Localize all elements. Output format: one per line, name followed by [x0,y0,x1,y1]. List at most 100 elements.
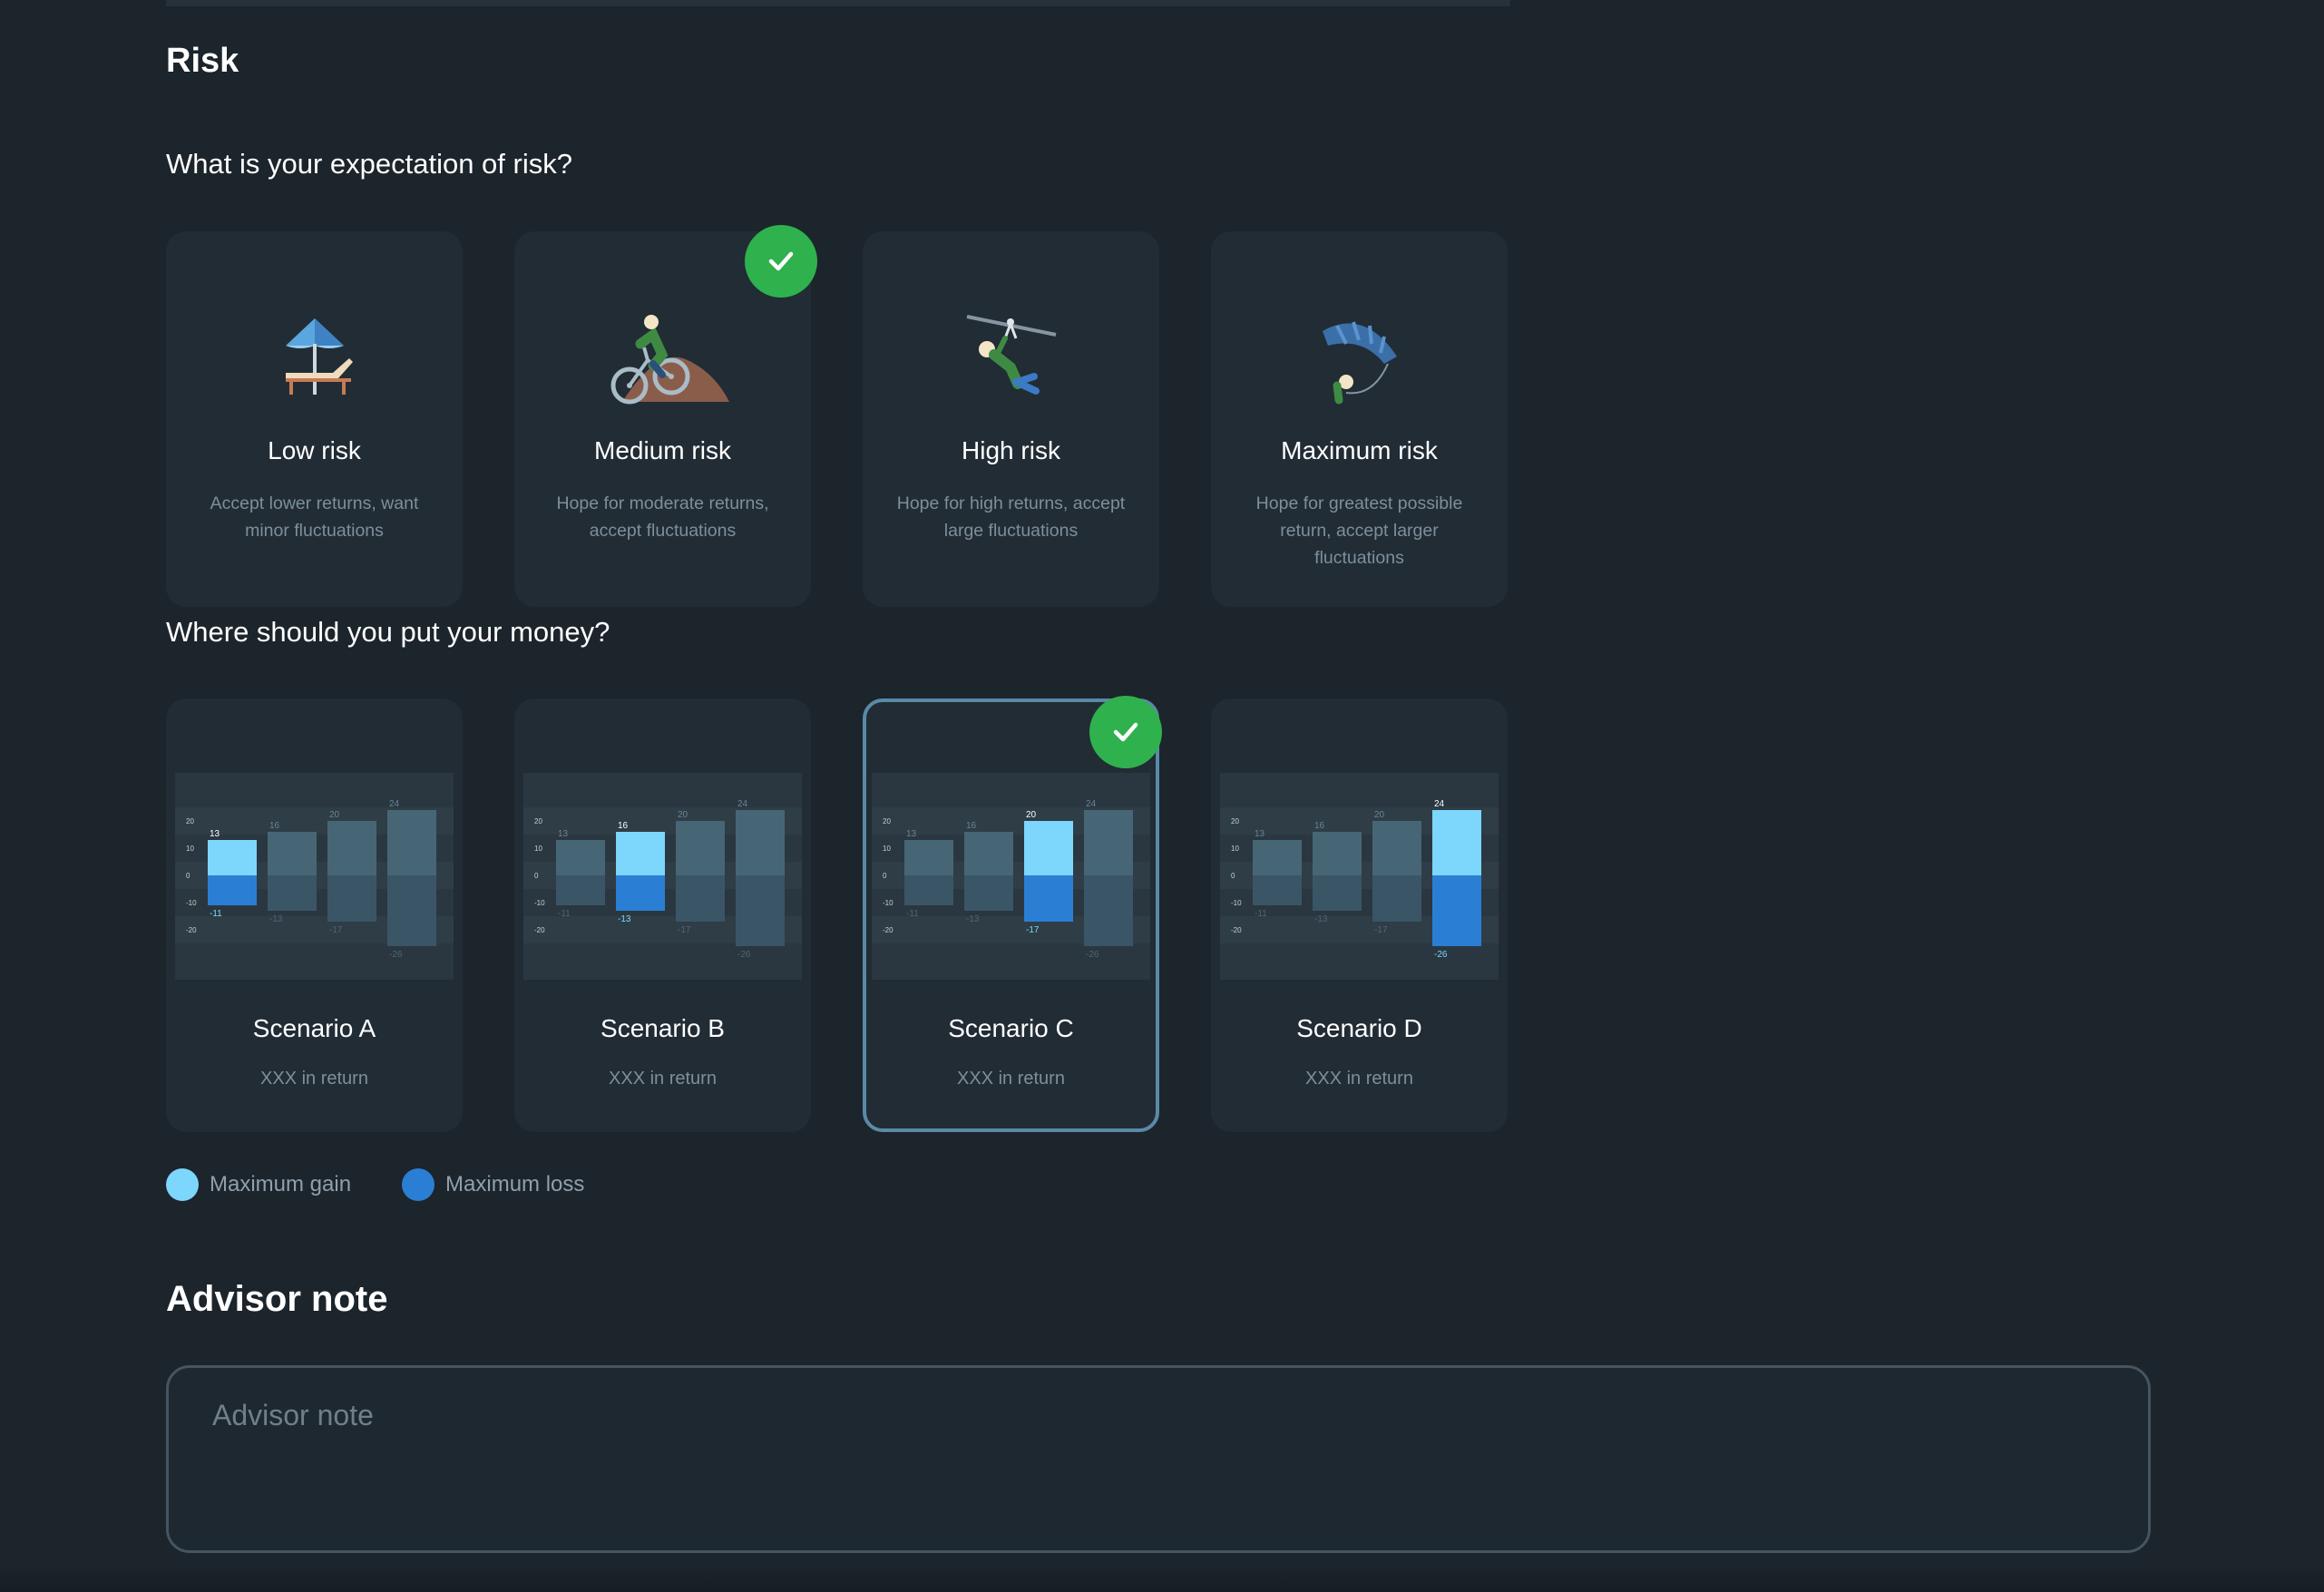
y-tick-label: 0 [883,872,887,880]
scenario-card-c[interactable]: 20 10 0 -10 -20 13 -11 16 -13 20 -17 24 -26 Scenario… [863,696,1162,1132]
y-tick-label: -20 [1231,926,1242,934]
loss-value-label: -13 [618,914,631,924]
top-divider [166,0,1510,6]
mountain-biker-icon [514,311,811,411]
gain-value-label: 24 [1434,799,1445,809]
gain-bar [1024,821,1073,875]
loss-value-label: -13 [1314,914,1328,924]
gain-bar [904,840,953,875]
y-tick-label: 0 [1231,872,1235,880]
gain-bar [1313,832,1362,875]
parachute-icon [1211,311,1508,411]
loss-value-label: -17 [329,925,343,935]
scenario-label: Scenario D [1296,1014,1422,1042]
scenario-subtitle: XXX in return [609,1069,717,1089]
scenario-chart: 20 10 0 -10 -20 13 -11 16 -13 20 -17 24 -26 [872,773,1150,980]
loss-value-label: -11 [210,909,222,919]
risk-option-maximum[interactable]: Maximum risk Hope for greatest possible … [1211,231,1508,607]
risk-option-label: High risk [962,436,1060,464]
advisor-note-input[interactable] [166,1365,2151,1553]
gain-value-label: 16 [966,821,977,831]
gain-value-label: 20 [329,810,340,820]
gain-bar [208,840,257,875]
money-question: Where should you put your money? [166,616,610,648]
y-tick-label: -10 [1231,899,1242,907]
gain-value-label: 24 [1086,799,1097,809]
loss-bar [268,875,317,911]
bottom-shade [0,1565,2324,1592]
scenario-card-a[interactable]: 20 10 0 -10 -20 13 -11 16 -13 20 -17 24 -26 Scenario… [166,698,463,1132]
loss-bar [208,875,257,905]
y-tick-label: -20 [186,926,197,934]
y-tick-label: 20 [1231,817,1239,825]
scenario-chart: 20 10 0 -10 -20 13 -11 16 -13 20 -17 24 -26 [1220,773,1499,980]
loss-bar [1372,875,1421,922]
scenario-card-d[interactable]: 20 10 0 -10 -20 13 -11 16 -13 20 -17 24 -26 Scenario… [1211,698,1508,1132]
selected-check-icon [745,225,817,298]
gain-value-label: 16 [269,821,280,831]
scenario-card-b[interactable]: 20 10 0 -10 -20 13 -11 16 -13 20 -17 24 -26 Scenario… [514,698,811,1132]
y-tick-label: 20 [534,817,542,825]
y-tick-label: -20 [883,926,893,934]
y-tick-label: 10 [883,845,891,853]
y-tick-label: 20 [186,817,194,825]
loss-bar [904,875,953,905]
y-tick-label: -10 [534,899,545,907]
gain-value-label: 20 [1026,810,1037,820]
scenario-subtitle: XXX in return [957,1069,1065,1089]
risk-option-description: Hope for high returns, accept large fluc… [896,493,1126,541]
scenario-label: Scenario C [948,1014,1074,1042]
y-tick-label: 10 [186,845,194,853]
legend-loss-label: Maximum loss [445,1172,585,1196]
gain-bar [1084,810,1133,875]
loss-value-label: -13 [966,914,980,924]
gain-value-label: 24 [737,799,748,809]
y-tick-label: 10 [1231,845,1239,853]
gain-value-label: 20 [1374,810,1385,820]
gain-value-label: 13 [210,829,220,839]
risk-option-medium[interactable]: Medium risk Hope for moderate returns, a… [514,225,817,607]
legend-gain-label: Maximum gain [210,1172,352,1196]
loss-value-label: -26 [389,950,403,960]
risk-option-low[interactable]: Low risk Accept lower returns, want mino… [166,231,463,607]
legend-loss: Maximum loss [402,1168,584,1201]
gain-bar [1253,840,1302,875]
section-title: Risk [166,42,239,80]
legend-gain: Maximum gain [166,1168,351,1201]
scenario-subtitle: XXX in return [260,1069,368,1089]
loss-value-label: -17 [1026,925,1040,935]
loss-bar [676,875,725,922]
loss-bar [616,875,665,911]
beach-umbrella-icon [166,311,463,411]
scenario-chart: 20 10 0 -10 -20 13 -11 16 -13 20 -17 24 -26 [523,773,802,980]
loss-value-label: -13 [269,914,283,924]
gain-value-label: 16 [1314,821,1325,831]
loss-bar [556,875,605,905]
risk-option-high[interactable]: High risk Hope for high returns, accept … [863,231,1159,607]
scenario-subtitle: XXX in return [1305,1069,1413,1089]
scenario-label: Scenario B [601,1014,725,1042]
zipline-icon [863,311,1159,411]
y-tick-label: -10 [186,899,197,907]
gain-bar [616,832,665,875]
gain-value-label: 16 [618,821,629,831]
risk-option-label: Low risk [268,436,361,464]
y-tick-label: 0 [186,872,190,880]
loss-value-label: -11 [558,909,571,919]
loss-bar [1084,875,1133,946]
loss-bar [387,875,436,946]
advisor-title: Advisor note [166,1279,388,1319]
gain-bar [1432,810,1481,875]
loss-bar [1024,875,1073,922]
loss-value-label: -26 [1434,950,1448,960]
scenario-chart: 20 10 0 -10 -20 13 -11 16 -13 20 -17 24 -26 [175,773,454,980]
risk-option-label: Medium risk [594,436,731,464]
loss-bar [327,875,376,922]
gain-value-label: 20 [678,810,688,820]
gain-bar [387,810,436,875]
y-tick-label: -10 [883,899,893,907]
risk-option-description: Hope for greatest possible return, accep… [1255,493,1463,568]
loss-value-label: -26 [1086,950,1099,960]
gain-bar [1372,821,1421,875]
risk-option-description: Accept lower returns, want minor fluctua… [210,493,419,541]
